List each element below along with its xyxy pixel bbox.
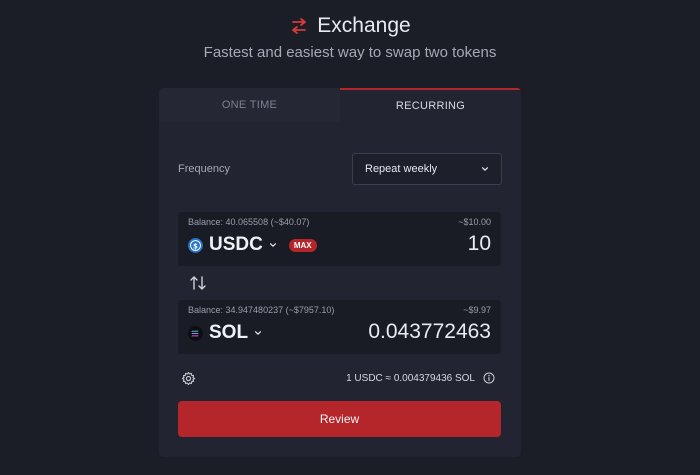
swap-icon	[292, 18, 307, 34]
exchange-rate: 1 USDC ≈ 0.004379436 SOL	[346, 372, 495, 384]
from-amount-input[interactable]: 10	[468, 232, 491, 256]
swap-direction-icon[interactable]	[189, 274, 207, 292]
frequency-select[interactable]: Repeat weekly	[352, 153, 502, 185]
chevron-down-icon	[482, 167, 488, 171]
page-title: Exchange	[317, 14, 411, 37]
review-button[interactable]: Review	[178, 401, 501, 437]
chevron-down-icon	[269, 243, 276, 247]
to-token-box: Balance: 34.947480237 (~$7957.10) ~$9.97…	[178, 300, 501, 354]
max-button[interactable]: MAX	[288, 238, 317, 252]
from-token-select[interactable]: $ USDC MAX	[188, 234, 317, 256]
from-token-name: USDC	[209, 234, 263, 255]
to-amount-value: 0.043772463	[368, 320, 491, 343]
to-token-select[interactable]: SOL	[188, 322, 262, 344]
tab-recurring[interactable]: RECURRING	[340, 88, 521, 122]
from-balance: Balance: 40.065508 (~$40.07)	[188, 217, 310, 227]
from-token-box: Balance: 40.065508 (~$40.07) ~$10.00 $ U…	[178, 212, 501, 266]
tab-one-time[interactable]: ONE TIME	[159, 88, 340, 122]
from-usd-estimate: ~$10.00	[458, 217, 491, 227]
sol-logo-icon	[188, 325, 203, 341]
info-icon[interactable]	[483, 372, 495, 384]
to-token-name: SOL	[209, 322, 249, 343]
to-balance: Balance: 34.947480237 (~$7957.10)	[188, 305, 335, 315]
gear-icon[interactable]	[181, 371, 196, 386]
mode-tabs: ONE TIME RECURRING	[159, 88, 521, 122]
page-subtitle: Fastest and easiest way to swap two toke…	[203, 44, 497, 61]
page-header: Exchange	[0, 14, 700, 38]
to-usd-estimate: ~$9.97	[463, 305, 491, 315]
rate-text: 1 USDC ≈ 0.004379436 SOL	[346, 372, 475, 384]
usdc-logo-icon: $	[188, 237, 203, 253]
svg-text:$: $	[193, 241, 198, 250]
exchange-card: ONE TIME RECURRING Frequency Repeat week…	[159, 88, 521, 457]
chevron-down-icon	[255, 331, 262, 335]
frequency-row: Frequency Repeat weekly	[178, 152, 502, 186]
frequency-value: Repeat weekly	[365, 163, 438, 175]
frequency-label: Frequency	[178, 163, 230, 175]
rate-row: 1 USDC ≈ 0.004379436 SOL	[181, 370, 495, 386]
